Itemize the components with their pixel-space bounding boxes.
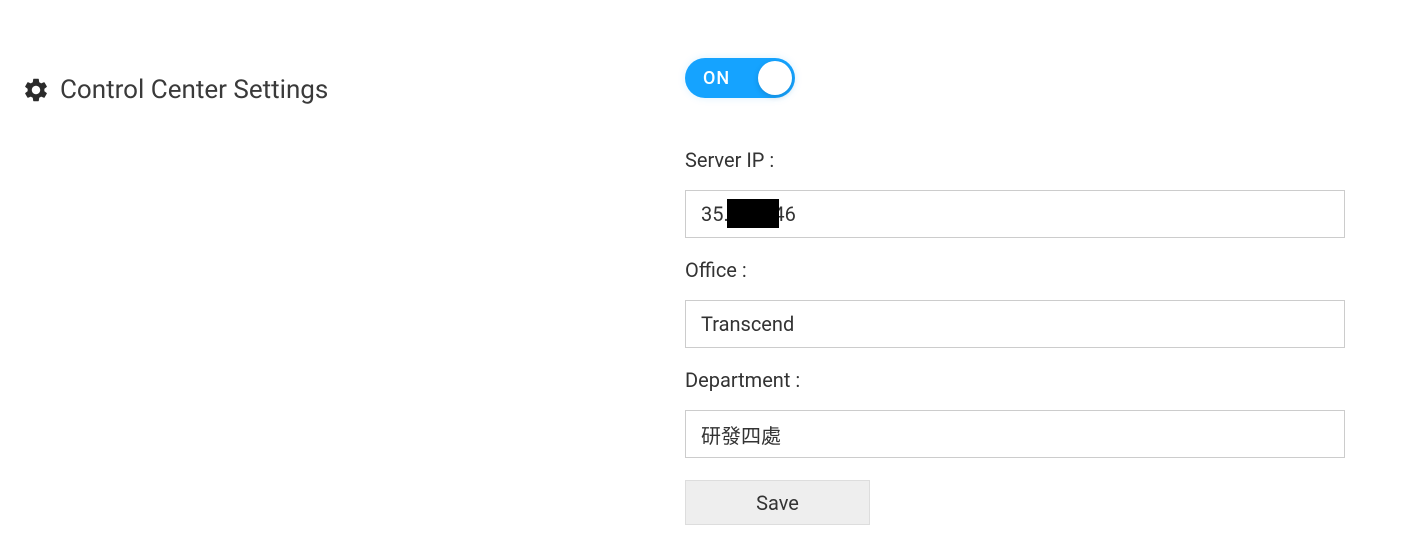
office-label: Office : xyxy=(685,258,1345,282)
gear-icon xyxy=(22,76,50,104)
page-title: Control Center Settings xyxy=(60,75,328,105)
toggle-knob xyxy=(758,61,792,95)
department-label: Department : xyxy=(685,368,1345,392)
office-group: Office : xyxy=(685,258,1345,348)
department-input[interactable] xyxy=(685,410,1345,458)
server-ip-group: Server IP : xyxy=(685,148,1345,238)
server-ip-label: Server IP : xyxy=(685,148,1345,172)
toggle-state-label: ON xyxy=(703,68,730,89)
enable-toggle[interactable]: ON xyxy=(685,58,795,98)
server-ip-input[interactable] xyxy=(685,190,1345,238)
settings-form: ON Server IP : Office : Department : Sav… xyxy=(685,58,1345,525)
department-group: Department : xyxy=(685,368,1345,458)
settings-header: Control Center Settings xyxy=(22,75,328,105)
save-button[interactable]: Save xyxy=(685,480,870,525)
office-input[interactable] xyxy=(685,300,1345,348)
